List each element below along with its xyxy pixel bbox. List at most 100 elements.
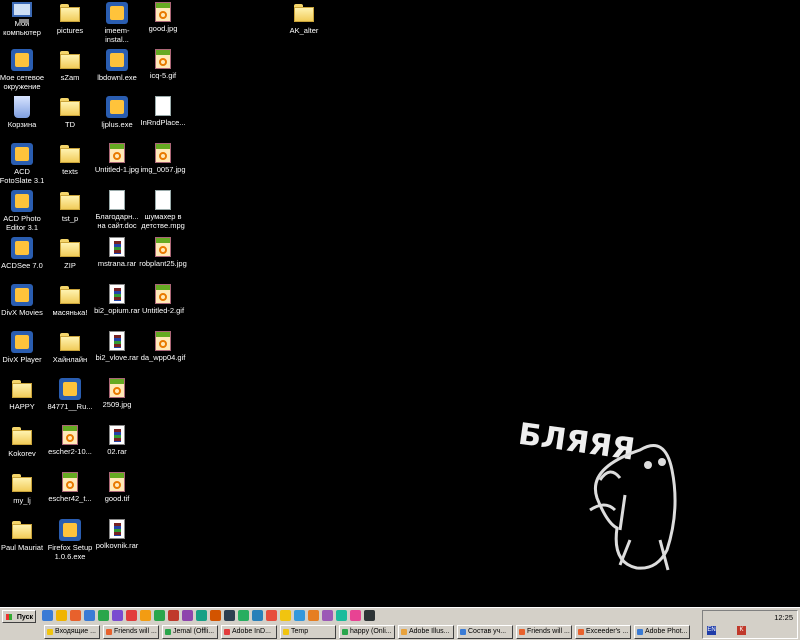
desktop-icon[interactable]: Firefox Setup 1.0.6.exe bbox=[46, 519, 94, 561]
taskbar-button[interactable]: happy (Onli... bbox=[339, 625, 395, 639]
desktop-icon-label: lbdownl.exe bbox=[97, 73, 137, 82]
desktop-icon[interactable]: DivX Player bbox=[0, 331, 46, 364]
desktop-icon[interactable]: AK_alter bbox=[280, 2, 328, 35]
desktop-icon-label: 2509.jpg bbox=[102, 400, 132, 409]
desktop-icon[interactable]: my_lj bbox=[0, 472, 46, 505]
tray-icon[interactable]: K bbox=[737, 626, 746, 635]
taskbar-button[interactable]: Friends will ... bbox=[103, 625, 159, 639]
quick-launch-icon[interactable] bbox=[70, 610, 81, 621]
desktop-icon[interactable]: 84771__Ru... bbox=[46, 378, 94, 411]
desktop-icon[interactable]: bi2_vlove.rar bbox=[93, 331, 141, 362]
desktop-icon[interactable]: Untitled-1.jpg bbox=[93, 143, 141, 174]
app-icon bbox=[59, 378, 81, 400]
app-icon bbox=[11, 143, 33, 165]
desktop-icon[interactable]: imeem-instal... bbox=[93, 2, 141, 44]
desktop-icon-label: texts bbox=[62, 167, 78, 176]
desktop-icon[interactable]: шумахер в детстве.mpg bbox=[139, 190, 187, 230]
tray-icon[interactable]: EN bbox=[707, 626, 716, 635]
quick-launch-icon[interactable] bbox=[364, 610, 375, 621]
desktop-icon[interactable]: lbdownl.exe bbox=[93, 49, 141, 82]
img-icon bbox=[109, 378, 125, 398]
desktop-icon[interactable]: ljplus.exe bbox=[93, 96, 141, 129]
quick-launch-icon[interactable] bbox=[266, 610, 277, 621]
desktop-icon[interactable]: ACD FotoSlate 3.1 bbox=[0, 143, 46, 185]
desktop-icon[interactable]: texts bbox=[46, 143, 94, 176]
quick-launch-icon[interactable] bbox=[252, 610, 263, 621]
desktop-icon[interactable]: good.tif bbox=[93, 472, 141, 503]
desktop-icon[interactable]: 2509.jpg bbox=[93, 378, 141, 409]
desktop-icon[interactable]: escher42_t... bbox=[46, 472, 94, 503]
desktop-icon-label: icq-5.gif bbox=[149, 71, 177, 80]
taskbar-button[interactable]: Adobe InD... bbox=[221, 625, 277, 639]
desktop-icon[interactable]: Untitled-2.gif bbox=[139, 284, 187, 315]
desktop-icon[interactable]: Kokorev bbox=[0, 425, 46, 458]
desktop-icon[interactable]: pictures bbox=[46, 2, 94, 35]
folder-icon bbox=[11, 519, 33, 541]
desktop-icon[interactable]: Благодарн... на сайт.doc bbox=[93, 190, 141, 230]
desktop-icon-label: 02.rar bbox=[107, 447, 127, 456]
quick-launch-icon[interactable] bbox=[182, 610, 193, 621]
desktop-icon[interactable]: InRndPlace... bbox=[139, 96, 187, 127]
taskbar-button[interactable]: Friends will ... bbox=[516, 625, 572, 639]
desktop-icon[interactable]: icq-5.gif bbox=[139, 49, 187, 80]
desktop-icon[interactable]: DivX Movies bbox=[0, 284, 46, 317]
taskbar-button[interactable]: Exceeder's ... bbox=[575, 625, 631, 639]
quick-launch-icon[interactable] bbox=[308, 610, 319, 621]
desktop-icon[interactable]: robplant25.jpg bbox=[139, 237, 187, 268]
desktop-icon[interactable]: sZam bbox=[46, 49, 94, 82]
quick-launch-icon[interactable] bbox=[350, 610, 361, 621]
desktop-icon[interactable]: polkovnik.rar bbox=[93, 519, 141, 550]
img-icon bbox=[155, 331, 171, 351]
quick-launch-icon[interactable] bbox=[196, 610, 207, 621]
desktop-icon-label: robplant25.jpg bbox=[139, 259, 187, 268]
desktop-icon[interactable]: ACD Photo Editor 3.1 bbox=[0, 190, 46, 232]
quick-launch-icon[interactable] bbox=[224, 610, 235, 621]
desktop-icon[interactable]: TD bbox=[46, 96, 94, 129]
desktop-icon[interactable]: good.jpg bbox=[139, 2, 187, 33]
quick-launch-icon[interactable] bbox=[210, 610, 221, 621]
taskbar-button[interactable]: Temp bbox=[280, 625, 336, 639]
desktop-icon[interactable]: escher2-10... bbox=[46, 425, 94, 456]
quick-launch-icon[interactable] bbox=[280, 610, 291, 621]
quick-launch-icon[interactable] bbox=[98, 610, 109, 621]
taskbar-button[interactable]: Adobe Illus... bbox=[398, 625, 454, 639]
desktop-icon[interactable]: tst_p bbox=[46, 190, 94, 223]
taskbar-button[interactable]: Входящие ... bbox=[44, 625, 100, 639]
img-icon bbox=[109, 143, 125, 163]
desktop-icon-label: tst_p bbox=[61, 214, 79, 223]
desktop-icon-label: mstrana.rar bbox=[97, 259, 137, 268]
start-button[interactable]: Пуск bbox=[2, 610, 36, 623]
quick-launch-icon[interactable] bbox=[294, 610, 305, 621]
desktop-icon[interactable]: Paul Mauriat bbox=[0, 519, 46, 552]
quick-launch-icon[interactable] bbox=[112, 610, 123, 621]
quick-launch-icon[interactable] bbox=[336, 610, 347, 621]
folder-icon bbox=[59, 331, 81, 353]
quick-launch-icon[interactable] bbox=[140, 610, 151, 621]
quick-launch-icon[interactable] bbox=[154, 610, 165, 621]
desktop-icon[interactable]: img_0057.jpg bbox=[139, 143, 187, 174]
desktop-icon[interactable]: Мое сетевое окружение bbox=[0, 49, 46, 91]
taskbar-button[interactable]: Jemal (Offli... bbox=[162, 625, 218, 639]
desktop-icon[interactable]: da_wpp04.gif bbox=[139, 331, 187, 362]
desktop-icon[interactable]: ZIP bbox=[46, 237, 94, 270]
desktop-icon[interactable]: ACDSee 7.0 bbox=[0, 237, 46, 270]
desktop-icon[interactable]: Хайнлайн bbox=[46, 331, 94, 364]
desktop-icon[interactable]: масянька! bbox=[46, 284, 94, 317]
quick-launch-icon[interactable] bbox=[84, 610, 95, 621]
quick-launch-icon[interactable] bbox=[56, 610, 67, 621]
desktop-icon[interactable]: 02.rar bbox=[93, 425, 141, 456]
desktop-icon[interactable]: Корзина bbox=[0, 96, 46, 129]
desktop-icon[interactable]: mstrana.rar bbox=[93, 237, 141, 268]
quick-launch-icon[interactable] bbox=[42, 610, 53, 621]
quick-launch-icon[interactable] bbox=[126, 610, 137, 621]
desktop-icon[interactable]: HAPPY bbox=[0, 378, 46, 411]
desktop-icon-label: AK_alter bbox=[289, 26, 319, 35]
quick-launch-icon[interactable] bbox=[322, 610, 333, 621]
quick-launch-icon[interactable] bbox=[238, 610, 249, 621]
quick-launch-icon[interactable] bbox=[168, 610, 179, 621]
desktop-icon[interactable]: Мой компьютер bbox=[0, 2, 46, 37]
taskbar-button[interactable]: Состав уч... bbox=[457, 625, 513, 639]
taskbar-button[interactable]: Adobe Phot... bbox=[634, 625, 690, 639]
desktop-icon[interactable]: bi2_opium.rar bbox=[93, 284, 141, 315]
img-icon bbox=[62, 472, 78, 492]
